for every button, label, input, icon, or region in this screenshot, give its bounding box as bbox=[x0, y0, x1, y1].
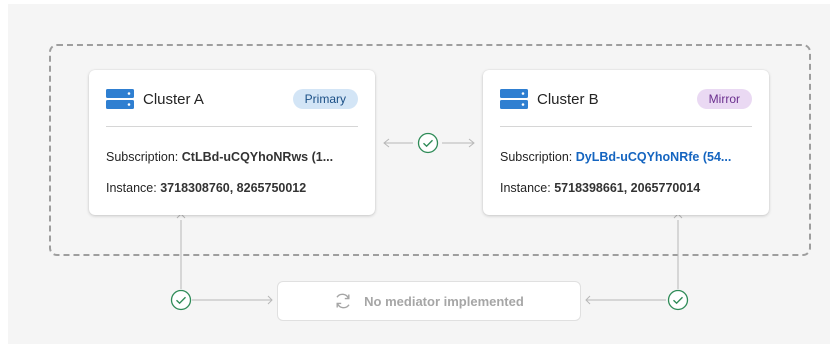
cluster-b-title: Cluster B bbox=[537, 90, 599, 108]
cluster-a-instance-value: 3718308760, 8265750012 bbox=[160, 181, 307, 195]
cluster-a-divider bbox=[106, 126, 358, 127]
replication-check-icon bbox=[417, 132, 439, 154]
cluster-a-instance: Instance: 3718308760, 8265750012 bbox=[106, 181, 363, 195]
server-icon bbox=[106, 89, 134, 109]
cluster-b-instance: Instance: 5718398661, 2065770014 bbox=[500, 181, 757, 195]
cluster-b-instance-value: 5718398661, 2065770014 bbox=[554, 181, 701, 195]
cluster-a-mediator-check-icon bbox=[170, 289, 192, 311]
cluster-b-mediator-check-icon bbox=[667, 289, 689, 311]
cluster-a-subscription-value: CtLBd-uCQYhoNRws (1... bbox=[181, 150, 334, 164]
cluster-b-subscription-link[interactable]: DyLBd-uCQYhoNRfe (54... bbox=[576, 150, 732, 164]
mediator-box[interactable]: No mediator implemented bbox=[277, 281, 581, 321]
instance-label: Instance: bbox=[106, 181, 157, 195]
refresh-icon bbox=[336, 293, 350, 309]
cluster-b-divider bbox=[500, 126, 752, 127]
mirror-badge: Mirror bbox=[696, 89, 752, 109]
cluster-a-card[interactable]: Cluster A Primary Subscription: CtLBd-uC… bbox=[89, 70, 375, 215]
instance-label: Instance: bbox=[500, 181, 551, 195]
server-icon bbox=[500, 89, 528, 109]
cluster-a-subscription: Subscription: CtLBd-uCQYhoNRws (1... bbox=[106, 150, 363, 164]
cluster-a-header: Cluster A Primary bbox=[106, 88, 358, 110]
cluster-b-card[interactable]: Cluster B Mirror Subscription: DyLBd-uCQ… bbox=[483, 70, 769, 215]
cluster-b-header: Cluster B Mirror bbox=[500, 88, 752, 110]
cluster-a-title: Cluster A bbox=[143, 90, 204, 108]
cluster-b-subscription: Subscription: DyLBd-uCQYhoNRfe (54... bbox=[500, 150, 757, 164]
primary-badge: Primary bbox=[292, 89, 358, 109]
subscription-label: Subscription: bbox=[500, 150, 573, 164]
subscription-label: Subscription: bbox=[106, 150, 179, 164]
mediator-label: No mediator implemented bbox=[364, 293, 524, 309]
